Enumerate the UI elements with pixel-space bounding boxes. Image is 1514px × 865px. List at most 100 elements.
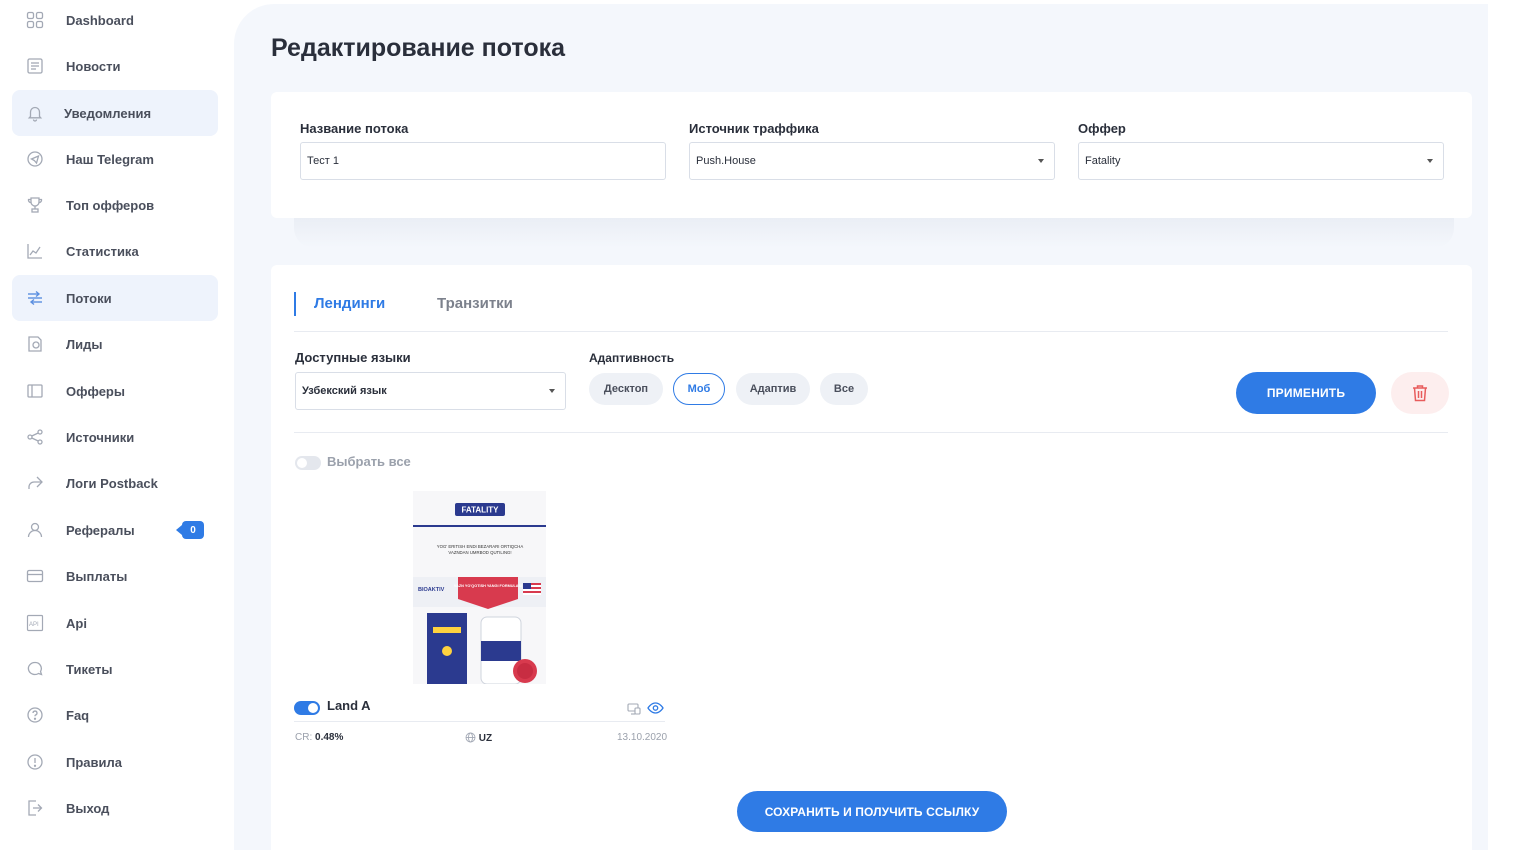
sidebar-item-api[interactable]: API Api <box>12 600 218 646</box>
sidebar-item-label: Api <box>66 615 87 631</box>
select-all-label: Выбрать все <box>327 454 411 469</box>
toggle-knob <box>297 458 307 468</box>
leads-icon <box>26 335 44 353</box>
sidebar-item-label: Уведомления <box>64 105 152 121</box>
chip-desktop[interactable]: Десктоп <box>589 373 663 405</box>
offer-value: Fatality <box>1085 155 1121 167</box>
landing-cr: CR: 0.48% <box>295 732 343 743</box>
globe-icon <box>465 732 476 743</box>
landings-card: Лендинги Транзитки Доступные языки Узбек… <box>271 265 1472 865</box>
sidebar-item-label: Топ офферов <box>66 197 155 213</box>
trophy-icon <box>26 196 44 214</box>
sidebar-item-label: Тикеты <box>66 661 113 677</box>
image-banner-text: VAZN YO'QOTISH YANGI FORMULASI <box>454 584 522 588</box>
sidebar-item-tickets[interactable]: Тикеты <box>12 646 218 692</box>
user-icon <box>26 521 44 539</box>
traffic-source-select[interactable]: Push.House <box>689 142 1055 180</box>
image-badge-left: BIOAKTIV <box>418 587 445 593</box>
landing-date: 13.10.2020 <box>617 732 668 743</box>
chip-adaptive[interactable]: Адаптив <box>736 373 810 405</box>
landing-preview-graphic: FATALITY YOG' ERITISH ENDI BEZARARI ORTI… <box>413 491 546 684</box>
sidebar-item-news[interactable]: Новости <box>12 43 218 89</box>
question-icon <box>26 706 44 724</box>
sidebar-item-rules[interactable]: Правила <box>12 739 218 785</box>
streams-icon <box>26 289 44 307</box>
telegram-icon <box>26 150 44 168</box>
select-all-toggle[interactable] <box>295 456 321 470</box>
sidebar-item-notifications[interactable]: Уведомления <box>12 90 218 136</box>
languages-select[interactable]: Узбекский язык <box>295 372 566 410</box>
svg-text:API: API <box>29 622 39 628</box>
sidebar-item-referrals[interactable]: Рефералы 0 <box>12 507 218 553</box>
image-brand-text: FATALITY <box>461 506 499 515</box>
dashboard-icon <box>26 11 44 29</box>
save-and-get-link-button[interactable]: СОХРАНИТЬ И ПОЛУЧИТЬ ССЫЛКУ <box>737 791 1007 832</box>
sidebar: Dashboard Новости Уведомления Наш Telegr… <box>0 0 232 850</box>
stream-name-input[interactable]: Тест 1 <box>300 142 666 180</box>
offer-select[interactable]: Fatality <box>1078 142 1444 180</box>
sidebar-item-label: Наш Telegram <box>66 151 154 167</box>
sidebar-item-top-offers[interactable]: Топ офферов <box>12 182 218 228</box>
sidebar-item-postback-logs[interactable]: Логи Postback <box>12 460 218 506</box>
image-tagline-1: YOG' ERITISH ENDI BEZARARI ORTIQCHA <box>437 544 524 549</box>
tab-transits[interactable]: Транзитки <box>437 292 513 316</box>
sidebar-item-offers[interactable]: Офферы <box>12 368 218 414</box>
landing-name: Land A <box>327 698 371 713</box>
cr-value: 0.48% <box>315 732 344 743</box>
info-icon <box>26 753 44 771</box>
main-panel: Редактирование потока Название потока Те… <box>234 4 1488 865</box>
sidebar-item-label: Faq <box>66 707 90 723</box>
sidebar-item-label: Dashboard <box>66 12 134 28</box>
landing-preview-image[interactable]: FATALITY YOG' ERITISH ENDI BEZARARI ORTI… <box>413 491 546 684</box>
stream-settings-card: Название потока Тест 1 Источник траффика… <box>271 92 1472 218</box>
landing-divider <box>294 721 665 722</box>
api-icon: API <box>26 614 44 632</box>
chevron-down-icon <box>1038 159 1044 163</box>
filters-divider <box>294 432 1448 433</box>
chevron-down-icon <box>549 389 555 393</box>
share-icon <box>26 428 44 446</box>
forward-icon <box>26 474 44 492</box>
sidebar-item-label: Правила <box>66 754 122 770</box>
cr-label: CR: <box>295 732 313 743</box>
chart-icon <box>26 242 44 260</box>
chevron-down-icon <box>1427 159 1433 163</box>
chip-all[interactable]: Все <box>820 373 868 405</box>
sidebar-item-label: Статистика <box>66 243 139 259</box>
languages-value: Узбекский язык <box>302 385 387 397</box>
landing-geo: UZ <box>465 732 492 744</box>
delete-button[interactable] <box>1391 372 1449 414</box>
offers-icon <box>26 382 44 400</box>
sidebar-item-logout[interactable]: Выход <box>12 785 218 831</box>
sidebar-item-statistics[interactable]: Статистика <box>12 228 218 274</box>
preview-desktop-icon[interactable] <box>627 702 641 720</box>
card-shadow <box>294 218 1454 248</box>
sidebar-item-label: Потоки <box>66 290 112 306</box>
bell-icon <box>26 104 44 122</box>
tabs-divider <box>294 331 1448 332</box>
sidebar-item-telegram[interactable]: Наш Telegram <box>12 136 218 182</box>
logout-icon <box>26 799 44 817</box>
sidebar-item-sources[interactable]: Источники <box>12 414 218 460</box>
sidebar-item-payouts[interactable]: Выплаты <box>12 553 218 599</box>
geo-value: UZ <box>478 733 493 744</box>
landing-toggle[interactable] <box>294 701 320 715</box>
card-icon <box>26 567 44 585</box>
eye-icon[interactable] <box>647 701 664 719</box>
traffic-source-value: Push.House <box>696 155 756 167</box>
referrals-count-badge: 0 <box>176 521 204 539</box>
tab-landings[interactable]: Лендинги <box>294 292 385 316</box>
sidebar-item-dashboard[interactable]: Dashboard <box>12 0 218 43</box>
offer-label: Оффер <box>1078 121 1126 136</box>
chip-mobile[interactable]: Моб <box>673 373 725 405</box>
stream-name-label: Название потока <box>300 121 409 136</box>
image-tagline-2: VAZNDAN UMRBOD QUTILING! <box>448 550 511 555</box>
sidebar-item-label: Источники <box>66 429 135 445</box>
sidebar-item-label: Офферы <box>66 383 125 399</box>
toggle-knob <box>308 703 318 713</box>
sidebar-item-leads[interactable]: Лиды <box>12 321 218 367</box>
apply-button[interactable]: ПРИМЕНИТЬ <box>1236 372 1376 414</box>
trash-icon <box>1413 385 1427 402</box>
sidebar-item-streams[interactable]: Потоки <box>12 275 218 321</box>
sidebar-item-faq[interactable]: Faq <box>12 692 218 738</box>
